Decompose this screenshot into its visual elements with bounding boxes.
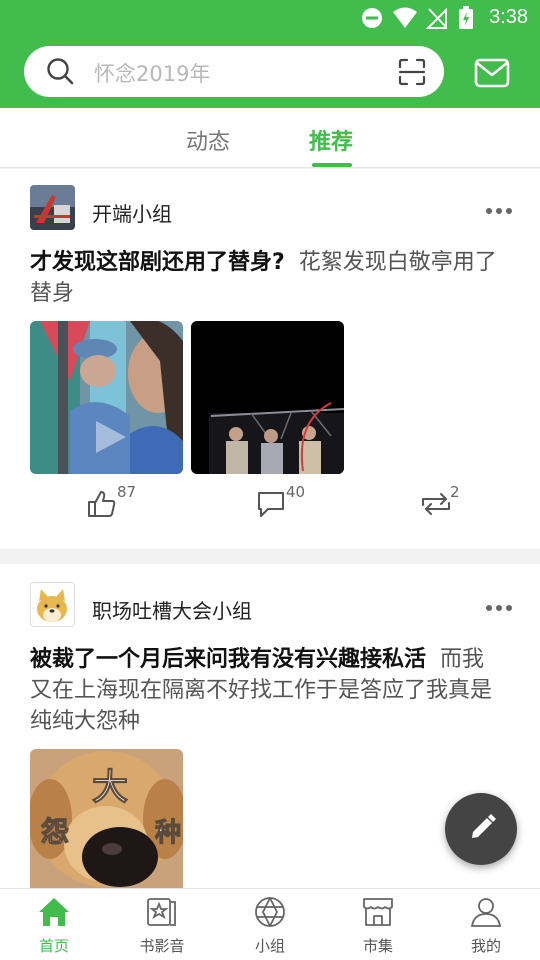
compose-button[interactable] <box>445 793 517 865</box>
comment-icon <box>258 492 284 517</box>
group-avatar[interactable] <box>30 185 75 230</box>
image-caption-left: 怨 <box>41 815 69 848</box>
search-icon <box>46 57 74 89</box>
group-name[interactable]: 职场吐槽大会小组 <box>92 595 252 624</box>
nav-market[interactable]: 市集 <box>324 889 432 960</box>
nav-label: 书影音 <box>139 937 185 955</box>
scan-icon[interactable] <box>398 58 426 90</box>
more-options-icon[interactable] <box>486 208 512 216</box>
post-title: 被裁了一个月后来问我有没有兴趣接私活 <box>30 647 427 672</box>
bottom-navigation: 首页 书影音 小组 市集 我的 <box>0 888 540 960</box>
group-name[interactable]: 开端小组 <box>92 198 172 227</box>
tab-dongtai[interactable]: 动态 <box>186 124 230 156</box>
market-icon <box>363 898 393 926</box>
top-header: 3:38 怀念2019年 <box>0 0 540 108</box>
post-text[interactable]: 才发现这部剧还用了替身? 花絮发现白敬亭用了替身 <box>30 247 500 309</box>
post-image[interactable] <box>30 321 183 474</box>
nav-profile[interactable]: 我的 <box>432 889 540 960</box>
media-icon <box>147 898 176 926</box>
status-time: 3:38 <box>489 6 528 28</box>
nav-label: 小组 <box>254 937 285 955</box>
nav-group[interactable]: 小组 <box>216 889 324 960</box>
app-screen: 3:38 怀念2019年 动态 推荐 开端小组 才发现这部剧还用了替身? 花絮发… <box>0 0 540 960</box>
tab-tuijian[interactable]: 推荐 <box>309 124 353 156</box>
nav-label: 我的 <box>470 937 501 955</box>
edit-pencil-icon <box>472 814 496 838</box>
battery-charging-icon <box>458 6 474 34</box>
status-bar: 3:38 <box>0 0 540 36</box>
feed-tabs: 动态 推荐 <box>0 108 540 168</box>
image-caption-right: 种 <box>155 818 181 848</box>
thumbs-up-icon <box>88 491 116 517</box>
more-options-icon[interactable] <box>486 605 512 613</box>
nav-label: 首页 <box>38 937 69 955</box>
like-button[interactable]: 87 <box>87 483 136 523</box>
profile-icon <box>470 898 502 927</box>
no-signal-icon <box>425 6 448 34</box>
repost-icon <box>422 493 450 515</box>
repost-button[interactable]: 2 <box>420 483 460 523</box>
comment-button[interactable]: 40 <box>256 483 305 523</box>
nav-home[interactable]: 首页 <box>0 889 108 960</box>
nav-label: 市集 <box>362 937 393 955</box>
post-text[interactable]: 被裁了一个月后来问我有没有兴趣接私活 而我又在上海现在隔离不好找工作于是答应了我… <box>30 644 500 737</box>
home-icon <box>39 898 69 926</box>
comment-count: 40 <box>286 483 306 501</box>
post-image[interactable] <box>191 321 344 474</box>
message-icon[interactable] <box>474 58 510 92</box>
feed-card[interactable]: 开端小组 才发现这部剧还用了替身? 花絮发现白敬亭用了替身 87 40 2 <box>0 169 540 549</box>
group-avatar[interactable] <box>30 582 75 627</box>
search-bar[interactable]: 怀念2019年 <box>24 46 444 97</box>
nav-media[interactable]: 书影音 <box>108 889 216 960</box>
image-caption-top: 大 <box>92 767 128 808</box>
do-not-disturb-icon <box>360 6 384 34</box>
wifi-icon <box>392 6 418 34</box>
group-icon <box>255 897 285 927</box>
active-tab-indicator <box>312 163 352 167</box>
like-count: 87 <box>117 483 137 501</box>
post-image[interactable]: 大 怨 种 <box>30 749 183 888</box>
search-placeholder: 怀念2019年 <box>94 62 211 86</box>
repost-count: 2 <box>450 483 460 501</box>
post-title: 才发现这部剧还用了替身? <box>30 250 285 275</box>
